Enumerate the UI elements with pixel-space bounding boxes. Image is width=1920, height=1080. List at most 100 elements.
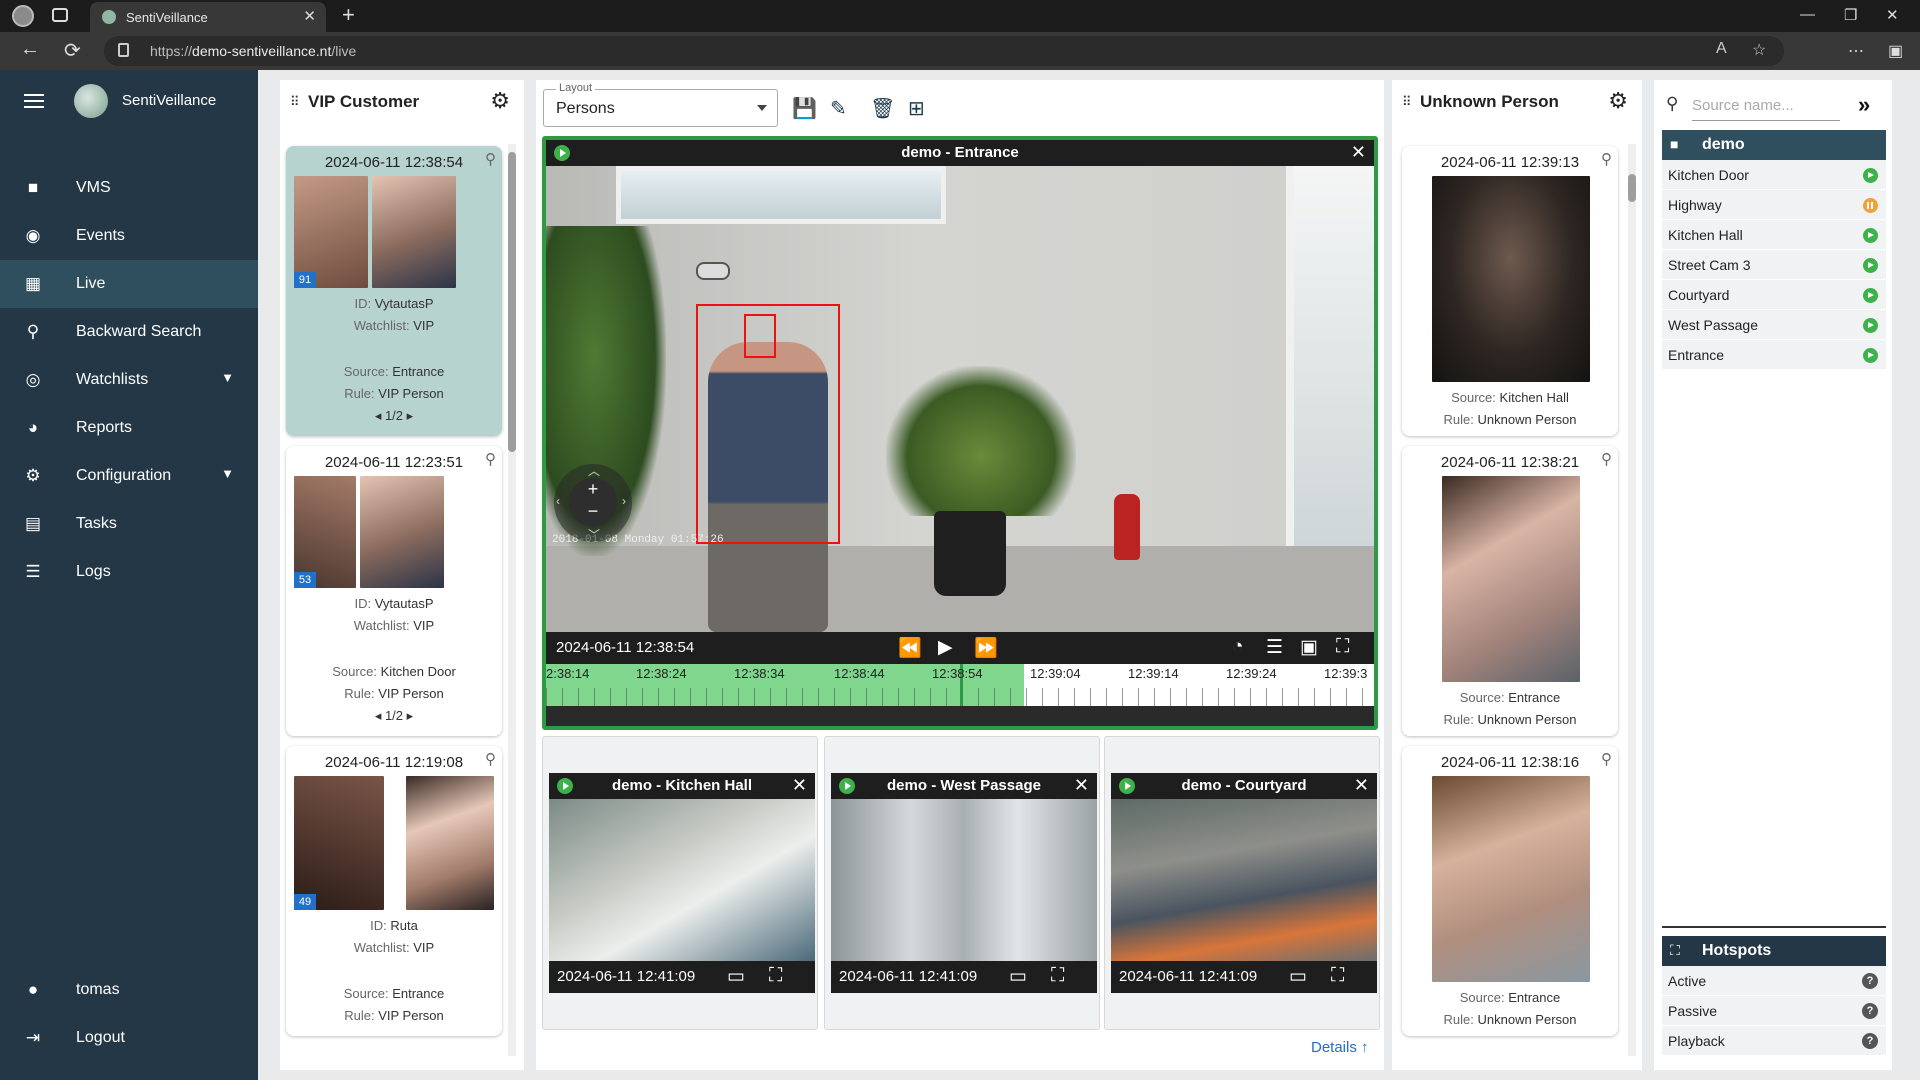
play-status-icon[interactable]	[1863, 348, 1878, 363]
ptz-down-icon[interactable]: ﹀	[588, 526, 600, 543]
close-icon[interactable]: ✕	[1074, 775, 1089, 796]
fullscreen-icon[interactable]: ⛶	[1336, 636, 1349, 658]
tab-actions-icon[interactable]	[52, 8, 68, 22]
hotspot-item[interactable]: Passive ?	[1662, 996, 1886, 1026]
ptz-up-icon[interactable]: ︿	[588, 462, 600, 479]
unknown-scrollbar[interactable]	[1628, 144, 1636, 1056]
ptz-control[interactable]: ︿ ﹀ ‹ › + −	[554, 464, 632, 542]
drag-handle-icon[interactable]: ⠿	[290, 94, 301, 110]
layout-select[interactable]: Layout Persons	[543, 82, 778, 127]
zoom-out-icon[interactable]: −	[569, 500, 617, 522]
close-icon[interactable]: ✕	[1351, 142, 1366, 163]
video-frame[interactable]	[1111, 799, 1377, 961]
fullscreen-icon[interactable]: ⛶	[1051, 965, 1064, 987]
sidebar-item-vms[interactable]: ■ VMS	[0, 164, 258, 212]
back-icon[interactable]: ←	[20, 38, 40, 61]
source-item[interactable]: Highway	[1662, 190, 1886, 220]
ptz-left-icon[interactable]: ‹	[556, 494, 560, 508]
edit-layout-button[interactable]: ✎	[830, 96, 847, 121]
source-group-demo[interactable]: ■ demo	[1662, 130, 1886, 160]
collapse-panel-icon[interactable]: »	[1858, 92, 1870, 118]
new-tab-icon[interactable]: +	[342, 2, 355, 28]
details-toggle[interactable]: Details ↑	[1311, 1039, 1369, 1056]
read-aloud-icon[interactable]: A	[1716, 40, 1727, 58]
close-window-icon[interactable]: ✕	[1886, 6, 1899, 24]
camera-view-kitchen-hall[interactable]: demo - Kitchen Hall ✕ 2024-06-11 12:41:0…	[549, 773, 815, 993]
source-item[interactable]: Entrance	[1662, 340, 1886, 370]
play-icon[interactable]: ▶	[938, 636, 953, 659]
gear-icon[interactable]: ⚙	[1608, 88, 1628, 114]
picture-in-picture-icon[interactable]: ▣	[1300, 636, 1318, 659]
more-icon[interactable]: ⋯	[1848, 41, 1864, 61]
fullscreen-icon[interactable]: ⛶	[769, 965, 782, 987]
gear-icon[interactable]: ⚙	[490, 88, 510, 114]
main-camera-view[interactable]: demo - Entrance ✕ 2018-01-08 Monday 01:5…	[542, 136, 1378, 730]
hotspot-item[interactable]: Active ?	[1662, 966, 1886, 996]
sidebar-item-logs[interactable]: ☰ Logs	[0, 548, 258, 596]
fast-forward-icon[interactable]: ⏩	[974, 636, 998, 660]
zoom-icon[interactable]: ⚲	[485, 450, 496, 468]
video-frame[interactable]	[549, 799, 815, 961]
list-icon[interactable]: ☰	[1266, 636, 1283, 659]
event-card[interactable]: 2024-06-11 12:39:13 ⚲ Source: Kitchen Ha…	[1402, 146, 1618, 436]
user-menu[interactable]: ● tomas	[0, 966, 258, 1014]
play-status-icon[interactable]	[1863, 288, 1878, 303]
rewind-icon[interactable]: ⏪	[898, 636, 922, 660]
profile-icon[interactable]	[12, 5, 34, 27]
fullscreen-icon[interactable]: ⛶	[1331, 965, 1344, 987]
delete-layout-button[interactable]: 🗑	[870, 96, 895, 121]
sidebar-item-live[interactable]: ▦ Live	[0, 260, 258, 308]
event-card[interactable]: 2024-06-11 12:38:16 ⚲ Source: Entrance R…	[1402, 746, 1618, 1036]
source-item[interactable]: West Passage	[1662, 310, 1886, 340]
reload-icon[interactable]: ⟳	[64, 38, 81, 63]
drag-handle-icon[interactable]: ⠿	[1402, 94, 1413, 110]
hotspot-item[interactable]: Playback ?	[1662, 1026, 1886, 1056]
play-status-icon[interactable]	[1863, 168, 1878, 183]
play-status-icon[interactable]	[1863, 258, 1878, 273]
event-card[interactable]: 2024-06-11 12:38:21 ⚲ Source: Entrance R…	[1402, 446, 1618, 736]
play-status-icon[interactable]	[1863, 228, 1878, 243]
image-pager[interactable]: ◂ 1/2 ▸	[286, 708, 502, 724]
zoom-icon[interactable]: ⚲	[485, 150, 496, 168]
restore-icon[interactable]: ❐	[1844, 6, 1857, 24]
zoom-icon[interactable]: ⚲	[1601, 450, 1612, 468]
event-card[interactable]: 2024-06-11 12:19:08 ⚲ 49 ID: Ruta Watchl…	[286, 746, 502, 1036]
source-item[interactable]: Kitchen Door	[1662, 160, 1886, 190]
sidebar-item-events[interactable]: ◉ Events	[0, 212, 258, 260]
monitor-icon[interactable]: ▭	[1009, 965, 1027, 988]
video-frame[interactable]	[831, 799, 1097, 961]
sidebar-item-configuration[interactable]: ⚙ Configuration ▼	[0, 452, 258, 500]
sidebar-item-backward-search[interactable]: ⚲ Backward Search	[0, 308, 258, 356]
camera-view-courtyard[interactable]: demo - Courtyard ✕ 2024-06-11 12:41:09 ▭…	[1111, 773, 1377, 993]
source-item[interactable]: Kitchen Hall	[1662, 220, 1886, 250]
image-pager[interactable]: ◂ 1/2 ▸	[286, 408, 502, 424]
zoom-icon[interactable]: ⚲	[1601, 150, 1612, 168]
close-icon[interactable]: ✕	[792, 775, 807, 796]
save-layout-button[interactable]: 💾	[792, 96, 817, 121]
minimize-icon[interactable]: —	[1800, 6, 1815, 23]
source-item[interactable]: Street Cam 3	[1662, 250, 1886, 280]
help-icon[interactable]: ?	[1862, 973, 1878, 989]
vip-scrollbar[interactable]	[508, 144, 516, 1056]
logout-button[interactable]: ⇥ Logout	[0, 1014, 258, 1062]
speed-icon[interactable]: ◔	[1232, 636, 1243, 658]
help-icon[interactable]: ?	[1862, 1033, 1878, 1049]
zoom-icon[interactable]: ⚲	[1601, 750, 1612, 768]
source-search-input[interactable]	[1692, 91, 1840, 121]
close-icon[interactable]: ✕	[1354, 775, 1369, 796]
play-status-icon[interactable]	[1863, 318, 1878, 333]
event-card[interactable]: 2024-06-11 12:23:51 ⚲ 53 ID: VytautasP W…	[286, 446, 502, 736]
timeline[interactable]: 2:38:14 12:38:24 12:38:34 12:38:44 12:38…	[546, 664, 1374, 706]
url-field[interactable]: https://demo-sentiveillance.nt/live ☆ A	[104, 36, 1784, 66]
help-icon[interactable]: ?	[1862, 1003, 1878, 1019]
add-layout-button[interactable]: ⊞	[908, 96, 925, 121]
favorite-star-icon[interactable]: ☆	[1752, 40, 1766, 60]
close-tab-icon[interactable]: ✕	[303, 7, 316, 25]
sidebar-item-watchlists[interactable]: ◎ Watchlists ▼	[0, 356, 258, 404]
monitor-icon[interactable]: ▭	[1289, 965, 1307, 988]
source-item[interactable]: Courtyard	[1662, 280, 1886, 310]
monitor-icon[interactable]: ▭	[727, 965, 745, 988]
pause-status-icon[interactable]	[1863, 198, 1878, 213]
hotspots-header[interactable]: ⛶ Hotspots	[1662, 936, 1886, 966]
scroll-thumb[interactable]	[508, 152, 516, 452]
